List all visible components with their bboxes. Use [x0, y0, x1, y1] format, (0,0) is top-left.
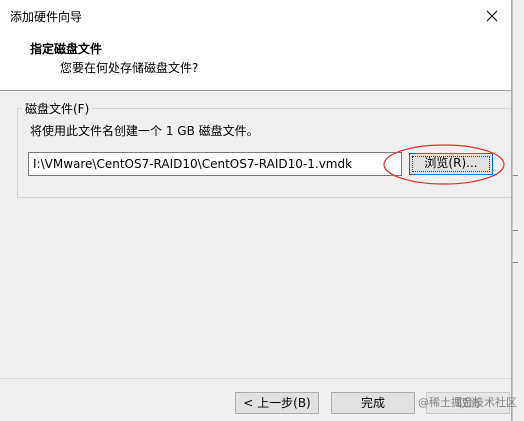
add-hardware-wizard-dialog: 添加硬件向导 指定磁盘文件 您要在何处存储磁盘文件? 磁盘文件(F) 将使用此文… — [0, 0, 517, 421]
browse-button[interactable]: 浏览(R)... — [409, 153, 493, 175]
title-bar: 添加硬件向导 — [0, 0, 511, 32]
background-tick — [513, 230, 518, 231]
background-tick — [513, 175, 518, 176]
watermark: @稀土掘金技术社区 — [418, 396, 517, 409]
finish-button[interactable]: 完成 — [331, 392, 415, 414]
footer-separator — [0, 378, 511, 379]
page-subtitle: 您要在何处存储磁盘文件? — [60, 61, 199, 75]
background-tick — [513, 262, 518, 263]
close-button[interactable] — [479, 3, 505, 29]
page-title: 指定磁盘文件 — [30, 42, 103, 56]
disk-file-path-input[interactable] — [28, 152, 402, 176]
back-button[interactable]: < 上一步(B) — [235, 392, 319, 414]
background-window-edge — [512, 0, 524, 421]
close-icon — [486, 10, 498, 22]
disk-file-description: 将使用此文件名创建一个 1 GB 磁盘文件。 — [30, 124, 259, 138]
wizard-header: 指定磁盘文件 您要在何处存储磁盘文件? — [0, 32, 511, 91]
disk-file-group-label: 磁盘文件(F) — [22, 100, 93, 117]
dialog-title: 添加硬件向导 — [10, 10, 83, 24]
